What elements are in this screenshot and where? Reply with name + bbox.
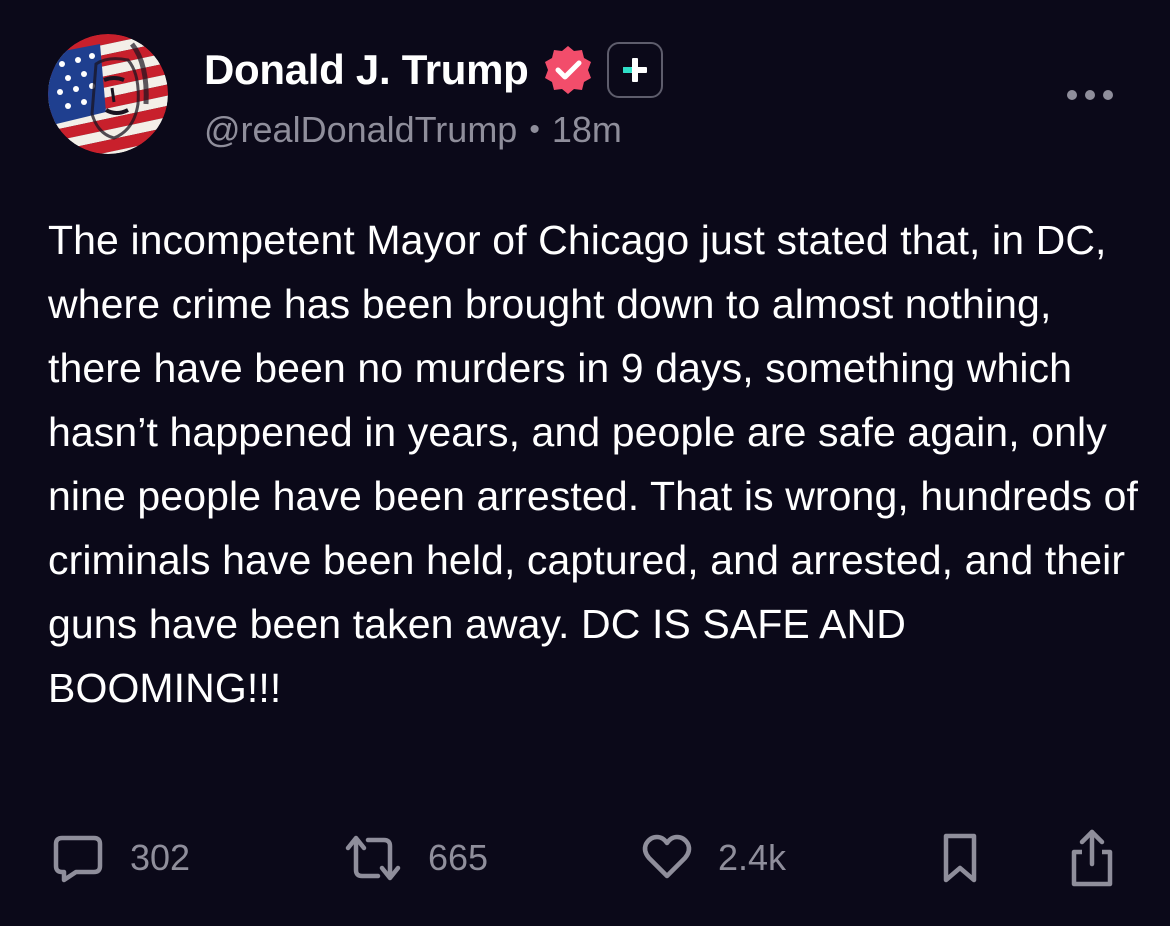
bookmark-icon: [943, 833, 977, 883]
bookmark-button[interactable]: [940, 826, 980, 890]
like-button[interactable]: 2.4k: [640, 826, 786, 890]
share-button[interactable]: [1068, 826, 1116, 890]
verified-badge-icon: [544, 46, 591, 94]
author-handle[interactable]: @realDonaldTrump: [204, 109, 517, 151]
author-row: Donald J. Trump: [204, 40, 663, 100]
reply-button[interactable]: 302: [50, 826, 190, 890]
like-count: 2.4k: [718, 837, 787, 878]
retruth-button[interactable]: 665: [342, 826, 488, 890]
post-body-text: The incompetent Mayor of Chicago just st…: [48, 217, 1138, 711]
reply-icon: [53, 835, 103, 883]
flag-portrait-avatar-icon: [48, 34, 168, 154]
more-dots-icon[interactable]: [1064, 84, 1116, 106]
retruth-icon: [345, 835, 401, 881]
author-display-name[interactable]: Donald J. Trump: [204, 46, 529, 94]
author-meta-row: @realDonaldTrump • 18m: [204, 106, 622, 154]
plus-icon: [622, 58, 647, 82]
reply-count: 302: [130, 837, 191, 878]
post-action-bar: 302 665 2.4k: [0, 826, 1170, 890]
retruth-count: 665: [428, 837, 489, 878]
avatar[interactable]: [48, 34, 168, 154]
post-timestamp[interactable]: 18m: [552, 109, 622, 151]
share-icon: [1071, 829, 1113, 887]
plus-badge-icon[interactable]: [606, 42, 663, 98]
separator-dot: •: [529, 113, 540, 146]
heart-icon: [642, 834, 692, 879]
post-card: Donald J. Trump @realDonaldTrump • 18m T…: [0, 0, 1170, 926]
